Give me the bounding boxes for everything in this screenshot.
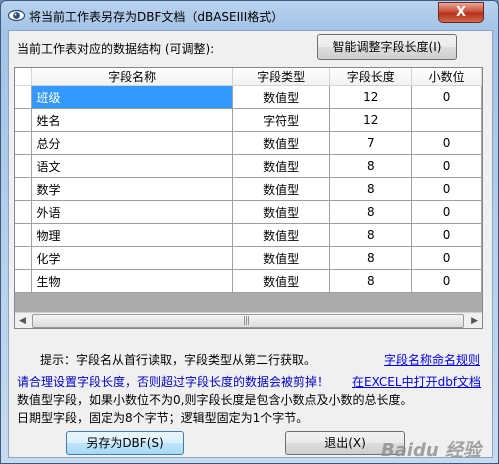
row-header[interactable] (15, 269, 33, 293)
column-header-field-length[interactable]: 字段长度 (329, 68, 413, 86)
table-header-row: 字段名称 字段类型 字段长度 小数位 (15, 68, 482, 86)
horizontal-scrollbar[interactable]: ◀ ||| ▶ (15, 312, 482, 328)
cell-field-name[interactable]: 物理 (31, 223, 233, 247)
scroll-right-arrow-icon[interactable]: ▶ (471, 316, 478, 326)
cell-field-length[interactable]: 8 (329, 200, 413, 224)
dialog-body: 当前工作表对应的数据结构 (可调整): 智能调整字段长度(I) 字段名称 字段类… (8, 30, 493, 461)
cell-field-length[interactable]: 12 (329, 85, 413, 109)
cell-field-type[interactable]: 数值型 (232, 154, 331, 178)
row-header[interactable] (15, 200, 33, 224)
field-naming-rules-link[interactable]: 字段名称命名规则 (384, 351, 480, 368)
open-dbf-in-excel-link[interactable]: 在EXCEL中打开dbf文档 (352, 373, 481, 390)
column-header-field-name[interactable]: 字段名称 (31, 68, 233, 86)
baidu-watermark: Baidu 经验 (381, 440, 482, 461)
cell-decimals[interactable]: 0 (411, 154, 482, 178)
cell-decimals[interactable]: 0 (411, 131, 482, 155)
row-header[interactable] (15, 246, 33, 270)
cell-field-name[interactable]: 外语 (31, 200, 233, 224)
table-row[interactable]: 外语 数值型 8 0 (15, 200, 482, 224)
scroll-left-arrow-icon[interactable]: ◀ (19, 316, 26, 326)
hint-text: 提示：字段名从首行读取，字段类型从第二行获取。 (40, 353, 317, 367)
column-header-decimals[interactable]: 小数位 (411, 68, 482, 86)
cell-field-length[interactable]: 7 (329, 131, 413, 155)
dbf-export-window: 将当前工作表另存为DBF文档（dBASEIII格式） X 当前工作表对应的数据结… (0, 0, 499, 464)
cell-field-length[interactable]: 12 (329, 108, 413, 132)
cell-field-type[interactable]: 数值型 (232, 200, 331, 224)
field-structure-grid[interactable]: 字段名称 字段类型 字段长度 小数位 班级 数值型 12 0 姓名 字符型 12… (14, 67, 483, 329)
cell-field-type[interactable]: 数值型 (232, 177, 331, 201)
table-row[interactable]: 总分 数值型 7 0 (15, 131, 482, 155)
column-header-field-type[interactable]: 字段类型 (232, 68, 331, 86)
cell-field-type[interactable]: 数值型 (232, 85, 331, 109)
smart-adjust-length-button[interactable]: 智能调整字段长度(I) (317, 34, 457, 60)
table-row[interactable]: 化学 数值型 8 0 (15, 246, 482, 270)
date-logical-field-note: 日期型字段，固定为8个字节；逻辑型固定为1个字节。 (17, 411, 309, 425)
numeric-field-note: 数值型字段，如果小数位不为0,则字段长度是包含小数点及小数的总长度。 (17, 393, 413, 407)
cell-decimals[interactable]: 0 (411, 85, 482, 109)
row-header[interactable] (15, 85, 33, 109)
cell-field-length[interactable]: 8 (329, 269, 413, 293)
cell-field-length[interactable]: 8 (329, 177, 413, 201)
cell-decimals[interactable]: 0 (411, 223, 482, 247)
row-header-corner (15, 68, 33, 86)
cell-field-length[interactable]: 8 (329, 154, 413, 178)
cell-field-type[interactable]: 数值型 (232, 269, 331, 293)
table-row[interactable]: 班级 数值型 12 0 (15, 85, 482, 109)
cell-field-name[interactable]: 化学 (31, 246, 233, 270)
cell-field-type[interactable]: 数值型 (232, 246, 331, 270)
close-button[interactable]: X (438, 2, 484, 23)
scrollbar-thumb[interactable]: ||| (32, 314, 464, 328)
cell-field-name[interactable]: 生物 (31, 269, 233, 293)
table-row[interactable]: 数学 数值型 8 0 (15, 177, 482, 201)
structure-label: 当前工作表对应的数据结构 (可调整): (17, 42, 215, 56)
window-title: 将当前工作表另存为DBF文档（dBASEIII格式） (29, 10, 284, 24)
cell-field-type[interactable]: 数值型 (232, 223, 331, 247)
table-row[interactable]: 姓名 字符型 12 (15, 108, 482, 132)
cell-decimals[interactable]: 0 (411, 200, 482, 224)
cell-field-name[interactable]: 姓名 (31, 108, 233, 132)
cell-field-length[interactable]: 8 (329, 223, 413, 247)
title-bar[interactable]: 将当前工作表另存为DBF文档（dBASEIII格式） X (1, 1, 498, 30)
cell-field-name[interactable]: 语文 (31, 154, 233, 178)
cell-decimals[interactable] (411, 108, 482, 132)
length-warning-text: 请合理设置字段长度，否则超过字段长度的数据会被剪掉！ (17, 375, 330, 389)
save-as-dbf-button[interactable]: 另存为DBF(S) (66, 431, 184, 455)
cell-decimals[interactable]: 0 (411, 269, 482, 293)
row-header[interactable] (15, 108, 33, 132)
cell-field-type[interactable]: 字符型 (232, 108, 331, 132)
cell-decimals[interactable]: 0 (411, 177, 482, 201)
row-header[interactable] (15, 177, 33, 201)
cell-field-type[interactable]: 数值型 (232, 131, 331, 155)
cell-field-name[interactable]: 数学 (31, 177, 233, 201)
scrollbar-grip-icon: ||| (243, 316, 250, 326)
eye-app-icon (8, 9, 25, 22)
row-header[interactable] (15, 154, 33, 178)
field-table: 字段名称 字段类型 字段长度 小数位 班级 数值型 12 0 姓名 字符型 12… (15, 68, 482, 293)
cell-field-length[interactable]: 8 (329, 246, 413, 270)
cell-field-name[interactable]: 总分 (31, 131, 233, 155)
table-row[interactable]: 语文 数值型 8 0 (15, 154, 482, 178)
cell-field-name[interactable]: 班级 (31, 85, 233, 109)
table-row[interactable]: 物理 数值型 8 0 (15, 223, 482, 247)
cell-decimals[interactable]: 0 (411, 246, 482, 270)
row-header[interactable] (15, 131, 33, 155)
row-header[interactable] (15, 223, 33, 247)
table-row[interactable]: 生物 数值型 8 0 (15, 269, 482, 293)
